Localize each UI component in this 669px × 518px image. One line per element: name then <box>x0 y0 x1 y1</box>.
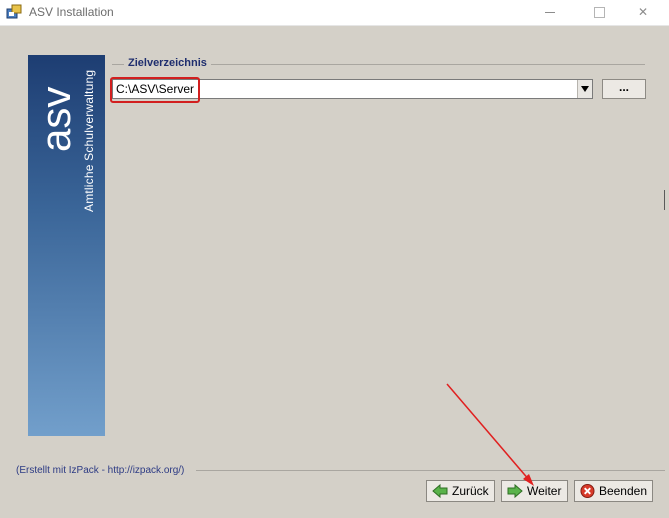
section-title: Zielverzeichnis <box>124 57 211 69</box>
quit-button-label: Beenden <box>598 484 647 498</box>
footer-divider <box>196 470 665 471</box>
asv-logo: asv <box>40 87 76 152</box>
annotation-highlight-box <box>110 77 200 103</box>
svg-text:asv: asv <box>40 87 76 152</box>
banner-vertical-text: Amtliche Schulverwaltung <box>82 69 96 212</box>
installer-app-icon <box>6 4 22 19</box>
combobox-dropdown-button[interactable] <box>577 80 592 98</box>
close-icon: ✕ <box>637 5 649 19</box>
back-button-label: Zurück <box>452 484 489 498</box>
chevron-down-icon <box>581 86 589 92</box>
maximize-button[interactable] <box>576 0 622 25</box>
minimize-button[interactable] <box>527 0 573 25</box>
minimize-icon <box>545 12 555 14</box>
cancel-icon <box>580 483 595 499</box>
window-title: ASV Installation <box>29 5 114 19</box>
browse-button[interactable]: ... <box>602 79 646 99</box>
arrow-right-icon <box>507 483 523 499</box>
quit-button[interactable]: Beenden <box>574 480 653 502</box>
next-button[interactable]: Weiter <box>501 480 568 502</box>
arrow-left-icon <box>432 483 448 499</box>
window-edge-fragment <box>664 190 665 210</box>
izpack-credit: (Erstellt mit IzPack - http://izpack.org… <box>16 465 185 476</box>
maximize-icon <box>593 7 605 19</box>
next-button-label: Weiter <box>527 484 562 498</box>
close-button[interactable]: ✕ <box>620 0 666 25</box>
back-button[interactable]: Zurück <box>426 480 495 502</box>
title-bar: ASV Installation ✕ <box>0 0 669 26</box>
